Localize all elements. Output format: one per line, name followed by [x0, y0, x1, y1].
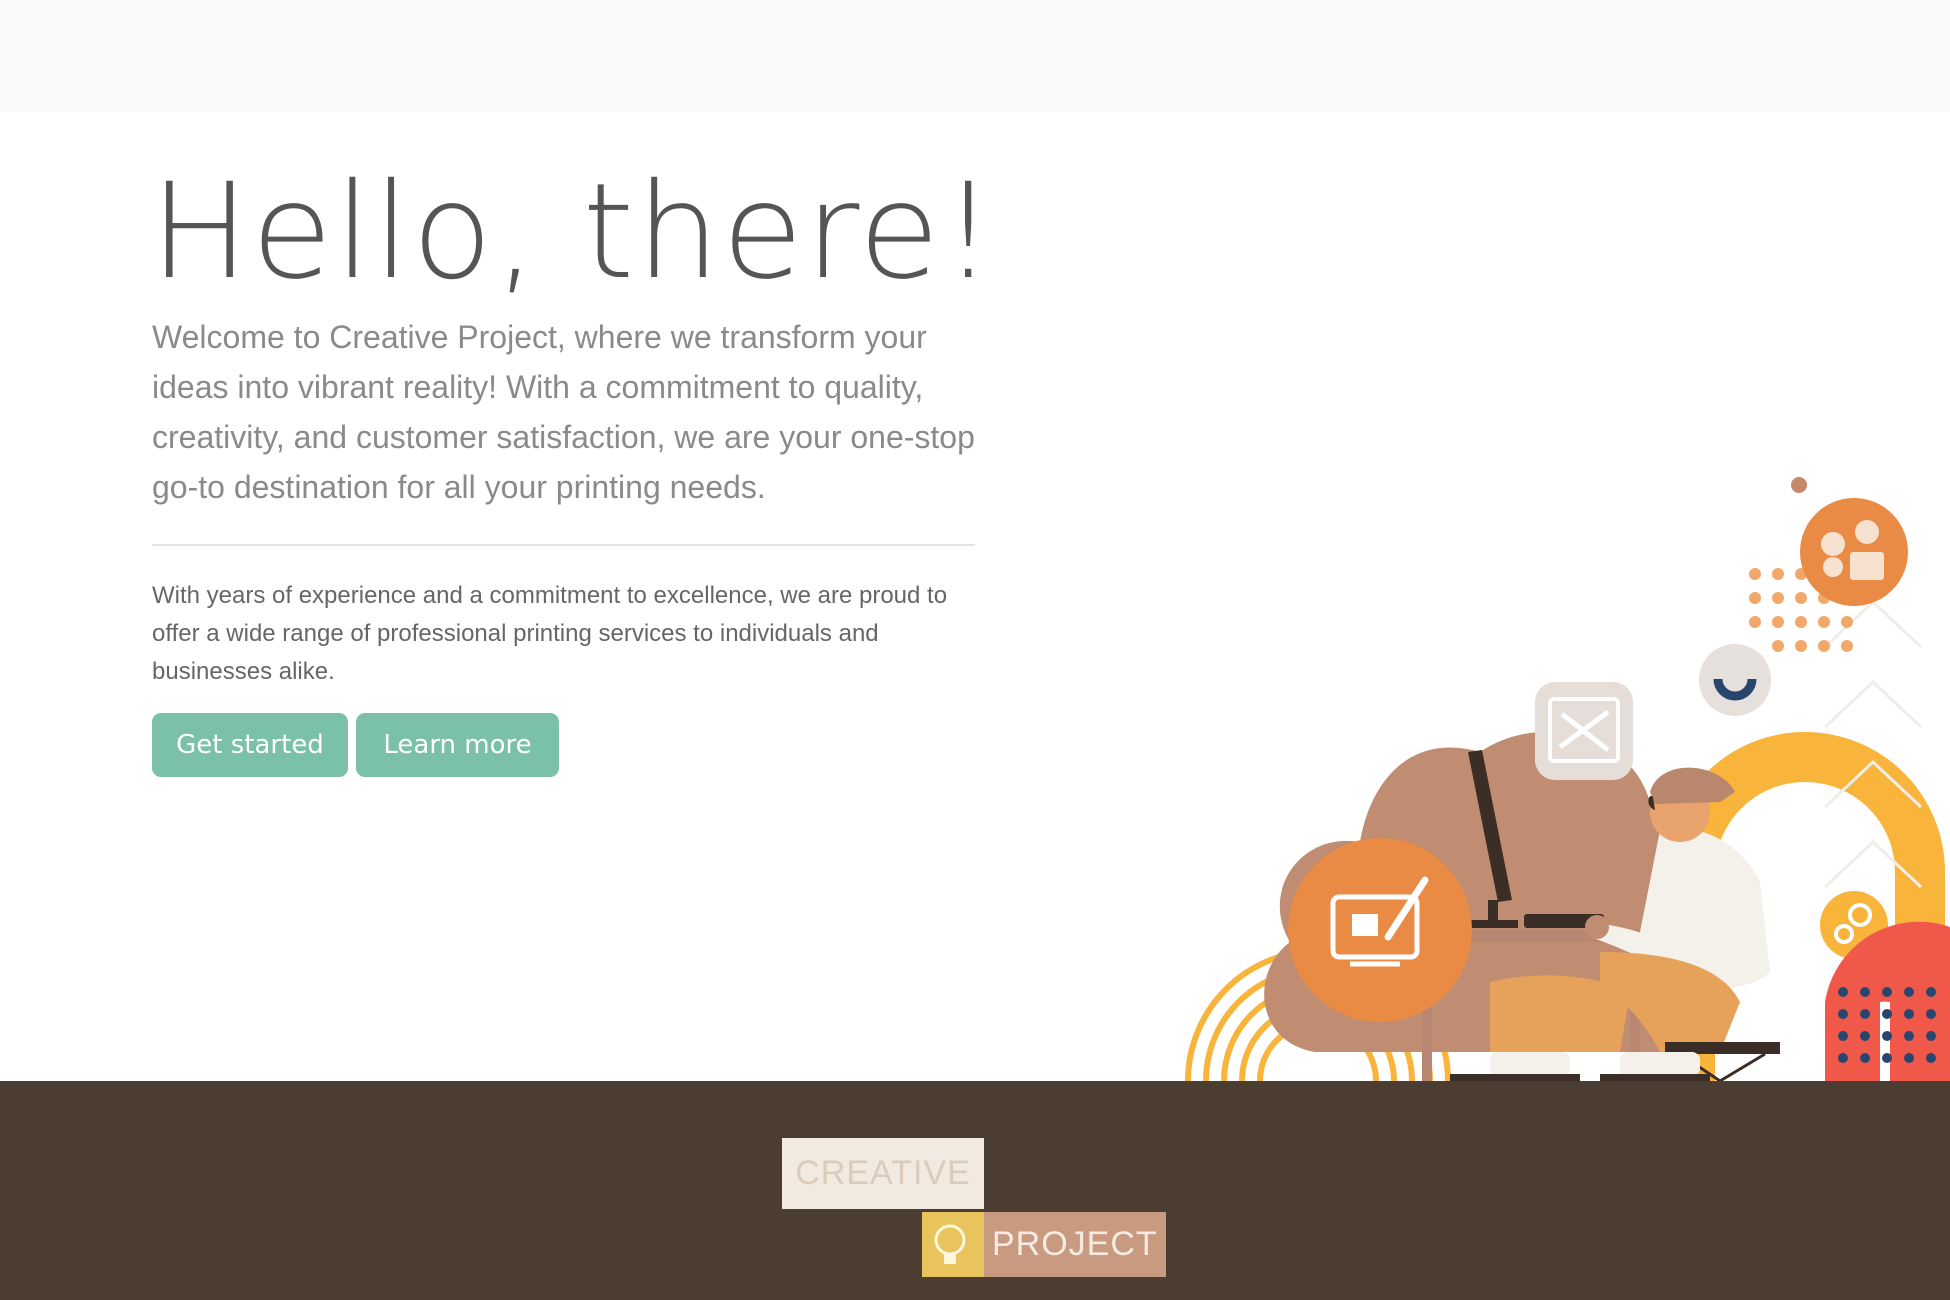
learn-more-button[interactable]: Learn more — [356, 713, 559, 777]
hero-body-paragraph: With years of experience and a commitmen… — [152, 582, 948, 685]
hero-divider — [152, 544, 975, 546]
logo-creative-block[interactable]: CREATIVE — [782, 1138, 984, 1209]
hero-lead-paragraph: Welcome to Creative Project, where we tr… — [152, 319, 975, 505]
logo-project-block[interactable]: PROJECT — [922, 1212, 1166, 1277]
logo-project-text: PROJECT — [992, 1225, 1158, 1263]
paint-screen-icon — [1288, 838, 1472, 1022]
logo-creative-text: CREATIVE — [795, 1154, 971, 1192]
designer-illustration — [1185, 477, 1950, 1081]
hero-title: Hello, there! — [150, 155, 997, 309]
get-started-button[interactable]: Get started — [152, 713, 348, 777]
top-header-bar — [0, 0, 1950, 112]
footer: CREATIVE PROJECT — [0, 1081, 1950, 1300]
lightbulb-icon — [922, 1212, 984, 1277]
hero-section: Hello, there! Welcome to Creative Projec… — [0, 112, 1950, 1081]
